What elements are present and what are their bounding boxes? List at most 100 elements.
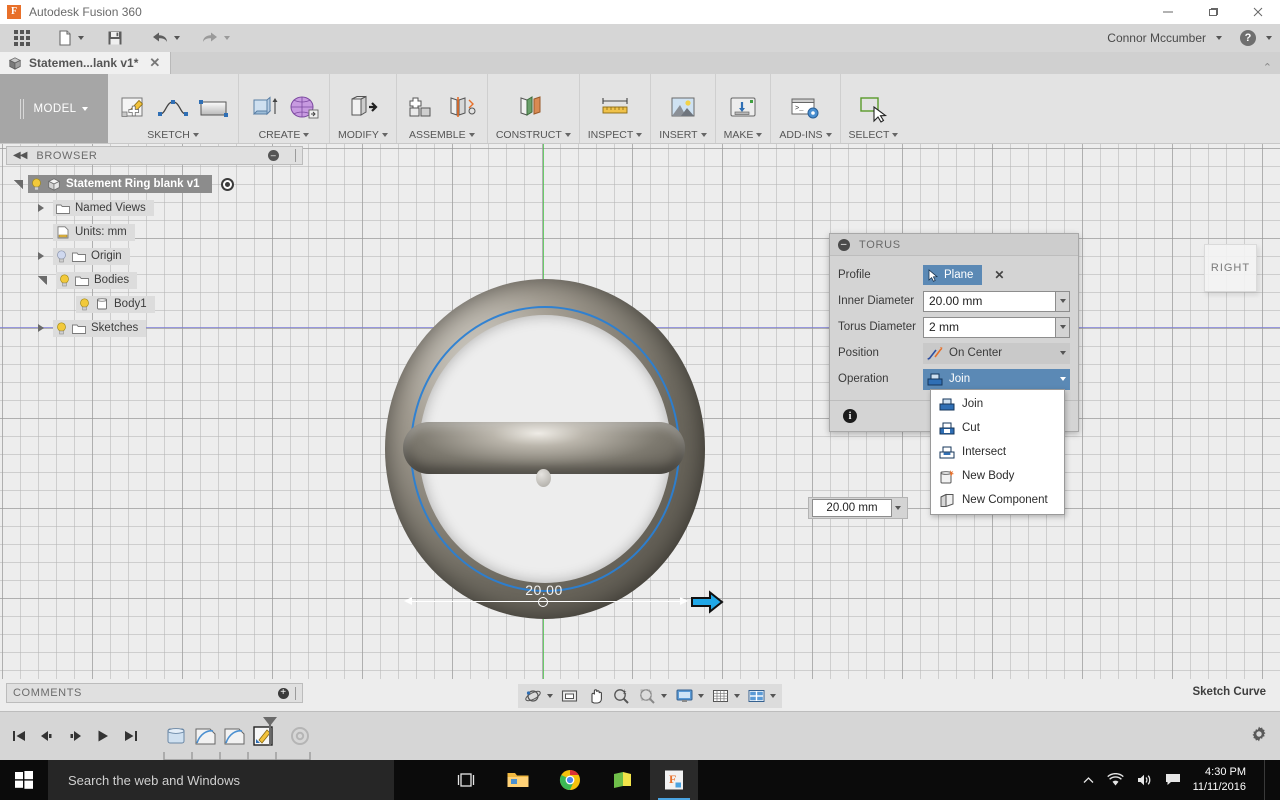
offset-plane-icon[interactable]	[516, 94, 550, 126]
comments-panel[interactable]: COMMENTS +	[6, 683, 303, 703]
ribbon-group-label[interactable]: MAKE	[724, 126, 763, 141]
torus-diameter-input[interactable]: 2 mm	[923, 316, 1056, 338]
operation-dropdown[interactable]: Join	[923, 368, 1070, 390]
tree-item-origin[interactable]: Origin	[0, 244, 310, 268]
timeline-marker[interactable]	[260, 716, 280, 746]
rectangle-icon[interactable]	[196, 94, 230, 126]
menu-item-new-body[interactable]: New Body	[931, 464, 1064, 488]
resize-grip[interactable]	[295, 149, 296, 162]
scripts-addins-icon[interactable]: >_	[788, 94, 822, 126]
network-icon[interactable]	[1106, 773, 1124, 787]
chevron-up-icon[interactable]: ⌃	[1263, 61, 1280, 74]
go-to-beginning-button[interactable]	[8, 724, 30, 748]
close-button[interactable]	[1235, 0, 1280, 24]
save-button[interactable]	[100, 24, 130, 52]
ribbon-group-label[interactable]: MODIFY	[338, 126, 388, 141]
new-component-icon[interactable]	[405, 94, 439, 126]
ribbon-group-label[interactable]: ADD-INS	[779, 126, 832, 141]
activate-component-icon[interactable]	[220, 177, 234, 191]
clear-selection-icon[interactable]: ✕	[994, 268, 1004, 282]
create-form-icon[interactable]	[287, 94, 321, 126]
insert-image-icon[interactable]	[666, 94, 700, 126]
display-settings-button[interactable]	[672, 685, 707, 707]
drag-manipulator-arrow[interactable]	[690, 590, 724, 614]
fusion360-taskbar-button[interactable]: F	[650, 760, 698, 800]
undo-button[interactable]	[144, 24, 186, 52]
viewports-button[interactable]	[744, 685, 779, 707]
step-forward-button[interactable]	[64, 724, 86, 748]
tree-item-sketches[interactable]: Sketches	[0, 316, 310, 340]
data-panel-button[interactable]	[0, 24, 36, 52]
expand-triangle-icon[interactable]	[38, 252, 44, 260]
volume-icon[interactable]	[1136, 773, 1153, 787]
chevron-down-icon[interactable]	[895, 506, 901, 510]
expand-triangle-icon[interactable]	[38, 324, 44, 332]
ribbon-group-label[interactable]: SKETCH	[147, 126, 199, 141]
inner-diameter-dropdown-button[interactable]	[1056, 290, 1070, 312]
ribbon-group-label[interactable]: ASSEMBLE	[409, 126, 475, 141]
inner-diameter-input[interactable]: 20.00 mm	[923, 290, 1056, 312]
lightbulb-off-icon[interactable]	[56, 249, 67, 263]
maximize-button[interactable]	[1190, 0, 1235, 24]
show-desktop-button[interactable]	[1264, 760, 1270, 800]
joint-icon[interactable]	[445, 94, 479, 126]
collapse-dialog-icon[interactable]: –	[838, 238, 850, 251]
torus-diameter-dropdown-button[interactable]	[1056, 316, 1070, 338]
ribbon-group-label[interactable]: SELECT	[849, 126, 899, 141]
floating-dimension-value[interactable]: 20.00 mm	[812, 499, 892, 517]
create-sketch-icon[interactable]	[116, 94, 150, 126]
tree-item-bodies[interactable]: Bodies	[0, 268, 310, 292]
add-comment-icon[interactable]: +	[278, 687, 289, 699]
spline-icon[interactable]	[156, 94, 190, 126]
info-icon[interactable]: i	[843, 409, 857, 423]
3d-print-icon[interactable]	[726, 94, 760, 126]
expand-triangle-icon[interactable]	[38, 204, 44, 212]
lightbulb-icon[interactable]	[31, 177, 42, 191]
task-view-button[interactable]	[442, 760, 490, 800]
extrude-icon[interactable]	[247, 94, 281, 126]
tree-item-root[interactable]: Statement Ring blank v1	[0, 172, 310, 196]
zoom-button[interactable]: ±	[609, 685, 634, 707]
sticky-notes-button[interactable]	[598, 760, 646, 800]
tree-item-units[interactable]: Units: mm	[0, 220, 310, 244]
minimize-button[interactable]	[1145, 0, 1190, 24]
pan-button[interactable]	[583, 685, 608, 707]
ribbon-group-label[interactable]: CREATE	[259, 126, 310, 141]
go-to-end-button[interactable]	[120, 724, 142, 748]
menu-item-new-component[interactable]: New Component	[931, 488, 1064, 512]
menu-item-cut[interactable]: Cut	[931, 416, 1064, 440]
measure-icon[interactable]	[598, 94, 632, 126]
workspace-selector[interactable]: MODEL	[0, 74, 108, 143]
resize-grip[interactable]	[295, 686, 296, 700]
menu-item-intersect[interactable]: Intersect	[931, 440, 1064, 464]
step-back-button[interactable]	[36, 724, 58, 748]
timeline-feature-revolve[interactable]	[193, 724, 217, 748]
timeline-settings-button[interactable]	[1250, 725, 1280, 748]
lightbulb-icon[interactable]	[79, 297, 90, 311]
select-icon[interactable]	[856, 94, 890, 126]
view-cube[interactable]: RIGHT	[1204, 244, 1257, 292]
show-hidden-icons-button[interactable]	[1082, 774, 1095, 787]
action-center-icon[interactable]	[1165, 773, 1181, 787]
minimize-panel-icon[interactable]: –	[268, 150, 279, 161]
chrome-button[interactable]	[546, 760, 594, 800]
floating-dimension-input[interactable]: 20.00 mm	[808, 497, 908, 519]
collapse-panel-icon[interactable]: ◀◀	[13, 150, 27, 161]
menu-item-join[interactable]: Join	[931, 392, 1064, 416]
lightbulb-icon[interactable]	[59, 273, 70, 287]
fit-button[interactable]	[635, 685, 670, 707]
redo-button[interactable]	[194, 24, 236, 52]
grid-snaps-button[interactable]	[708, 685, 743, 707]
user-menu[interactable]: Connor Mccumber ?	[1107, 30, 1280, 46]
close-icon[interactable]: ✕	[145, 55, 164, 71]
expand-triangle-icon[interactable]	[14, 179, 23, 189]
timeline-feature-revolve-2[interactable]	[222, 724, 246, 748]
search-input[interactable]: Search the web and Windows	[48, 760, 394, 800]
tree-item-named-views[interactable]: Named Views	[0, 196, 310, 220]
play-button[interactable]	[92, 724, 114, 748]
help-icon[interactable]: ?	[1240, 30, 1256, 46]
press-pull-icon[interactable]	[346, 94, 380, 126]
ribbon-group-label[interactable]: INSERT	[659, 126, 707, 141]
tree-item-body1[interactable]: Body1	[0, 292, 310, 316]
lightbulb-icon[interactable]	[56, 321, 67, 335]
